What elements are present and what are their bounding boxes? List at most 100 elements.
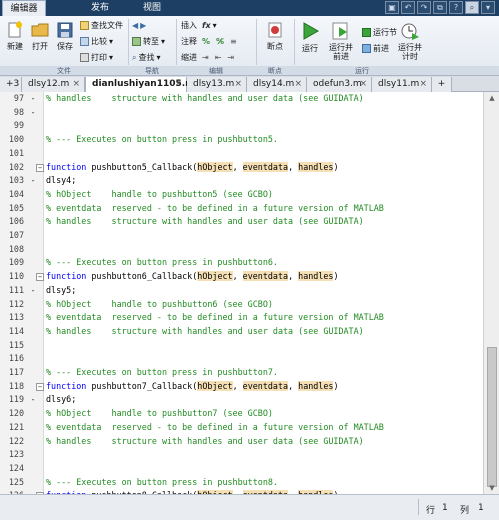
- line-number[interactable]: 121: [2, 421, 24, 435]
- code-line[interactable]: 123: [0, 448, 478, 462]
- code-line[interactable]: 122 % handles structure with handles and …: [0, 435, 478, 449]
- close-icon[interactable]: ×: [72, 77, 80, 91]
- increase-indent-icon[interactable]: ⇥: [227, 51, 234, 64]
- close-icon[interactable]: ×: [359, 77, 367, 91]
- line-number[interactable]: 108: [2, 243, 24, 257]
- insert-button[interactable]: 插入: [181, 19, 197, 32]
- scroll-down-icon[interactable]: ▼: [487, 484, 497, 492]
- breakpoint-marker[interactable]: -: [28, 174, 38, 188]
- run-button[interactable]: 运行: [298, 21, 322, 54]
- breakpoint-marker[interactable]: -: [28, 284, 38, 298]
- line-number[interactable]: 124: [2, 462, 24, 476]
- line-number[interactable]: 120: [2, 407, 24, 421]
- code-line[interactable]: 117 % --- Executes on button press in pus…: [0, 366, 478, 380]
- line-number[interactable]: 118: [2, 380, 24, 394]
- vertical-scrollbar[interactable]: ▲ ▼: [483, 92, 499, 494]
- code-line[interactable]: 112 % hObject handle to pushbutton6 (see …: [0, 298, 478, 312]
- arrow-right-icon[interactable]: ▶: [140, 19, 146, 32]
- arrow-left-icon[interactable]: ◀: [132, 19, 138, 32]
- code-line[interactable]: 101: [0, 147, 478, 161]
- code-line[interactable]: 121 % eventdata reserved - to be defined …: [0, 421, 478, 435]
- breakpoint-marker[interactable]: -: [28, 92, 38, 106]
- code-line[interactable]: 120 % hObject handle to pushbutton7 (see …: [0, 407, 478, 421]
- line-number[interactable]: 117: [2, 366, 24, 380]
- line-number[interactable]: 100: [2, 133, 24, 147]
- line-number[interactable]: 105: [2, 202, 24, 216]
- undo-icon[interactable]: ↶: [401, 1, 415, 14]
- find-button[interactable]: ⌕ 查找 ▾: [132, 51, 161, 64]
- indent-button[interactable]: 缩进: [181, 51, 197, 64]
- redo-icon[interactable]: ↷: [417, 1, 431, 14]
- tab-dlsy14[interactable]: dlsy14.m ×: [247, 77, 307, 92]
- tab-dlsy12[interactable]: dlsy12.m ×: [22, 77, 85, 92]
- fold-toggle-icon[interactable]: −: [36, 273, 44, 282]
- line-number[interactable]: 116: [2, 352, 24, 366]
- code-line[interactable]: 116: [0, 352, 478, 366]
- help-icon[interactable]: ?: [449, 1, 463, 14]
- close-icon[interactable]: ×: [419, 77, 427, 91]
- line-number[interactable]: 122: [2, 435, 24, 449]
- line-number[interactable]: 99: [2, 119, 24, 133]
- code-line[interactable]: 111- dlsy5;: [0, 284, 478, 298]
- decrease-indent-icon[interactable]: ⇤: [215, 51, 222, 64]
- new-button[interactable]: 新建: [3, 21, 27, 52]
- code-editor[interactable]: 97-% handles structure with handles and …: [0, 92, 499, 494]
- code-line[interactable]: 104 % hObject handle to pushbutton5 (see …: [0, 188, 478, 202]
- fx-button[interactable]: fx ▾: [202, 19, 217, 32]
- tab-dlsy13[interactable]: dlsy13.m ×: [187, 77, 247, 92]
- tab-dianlushiyan1105[interactable]: dianlushiyan1105.m ×: [85, 77, 195, 92]
- code-line[interactable]: 105 % eventdata reserved - to be defined …: [0, 202, 478, 216]
- line-number[interactable]: 111: [2, 284, 24, 298]
- open-button[interactable]: 打开: [28, 21, 52, 52]
- goto-button[interactable]: 转至 ▾: [132, 35, 165, 48]
- save-all-icon[interactable]: ▣: [385, 1, 399, 14]
- code-line[interactable]: 109 % --- Executes on button press in pus…: [0, 256, 478, 270]
- code-line[interactable]: 124: [0, 462, 478, 476]
- code-line[interactable]: 110 − function pushbutton6_Callback(hObjec…: [0, 270, 478, 284]
- indent-buttons[interactable]: ⇥ ⇤ ⇥: [202, 51, 234, 64]
- code-line[interactable]: 113 % eventdata reserved - to be defined …: [0, 311, 478, 325]
- new-tab-button[interactable]: +: [432, 77, 452, 92]
- line-number[interactable]: 104: [2, 188, 24, 202]
- switch-windows-icon[interactable]: ⧉: [433, 1, 447, 14]
- run-and-advance-button[interactable]: 运行并 前进: [326, 21, 356, 61]
- fold-toggle-icon[interactable]: −: [36, 382, 44, 391]
- tab-editor[interactable]: 编辑器: [2, 0, 46, 16]
- code-line[interactable]: 107: [0, 229, 478, 243]
- code-line[interactable]: 125 % --- Executes on button press in pus…: [0, 476, 478, 490]
- code-line[interactable]: 102 − function pushbutton5_Callback(hObjec…: [0, 161, 478, 175]
- tab-odefun3[interactable]: odefun3.m ×: [307, 77, 372, 92]
- run-and-time-button[interactable]: 运行并 计时: [395, 21, 425, 61]
- expand-icon[interactable]: ▾: [481, 1, 495, 14]
- code-line[interactable]: 114 % handles structure with handles and …: [0, 325, 478, 339]
- code-line[interactable]: 97-% handles structure with handles and …: [0, 92, 478, 106]
- line-number[interactable]: 106: [2, 215, 24, 229]
- smart-indent-icon[interactable]: ⇥: [202, 51, 209, 64]
- line-number[interactable]: 102: [2, 161, 24, 175]
- code-line[interactable]: 98-: [0, 106, 478, 120]
- tab-view[interactable]: 视图: [128, 0, 176, 16]
- line-number[interactable]: 98: [2, 106, 24, 120]
- code-line[interactable]: 119- dlsy6;: [0, 393, 478, 407]
- scroll-up-icon[interactable]: ▲: [487, 94, 497, 102]
- code-line[interactable]: 106 % handles structure with handles and …: [0, 215, 478, 229]
- breakpoint-marker[interactable]: -: [28, 393, 38, 407]
- close-icon[interactable]: ×: [234, 77, 242, 91]
- line-number[interactable]: 103: [2, 174, 24, 188]
- line-number[interactable]: 113: [2, 311, 24, 325]
- find-files-button[interactable]: 查找文件: [80, 19, 123, 32]
- line-number[interactable]: 114: [2, 325, 24, 339]
- comment-button[interactable]: 注释: [181, 35, 197, 48]
- line-number[interactable]: 101: [2, 147, 24, 161]
- fold-toggle-icon[interactable]: −: [36, 163, 44, 172]
- line-number[interactable]: 112: [2, 298, 24, 312]
- goto-nav-arrows[interactable]: ◀ ▶: [132, 19, 146, 32]
- line-number[interactable]: 107: [2, 229, 24, 243]
- code-line[interactable]: 103- dlsy4;: [0, 174, 478, 188]
- code-line[interactable]: 108: [0, 243, 478, 257]
- code-line[interactable]: 115: [0, 339, 478, 353]
- breakpoints-button[interactable]: 断点: [260, 21, 290, 52]
- tab-publish[interactable]: 发布: [78, 0, 122, 16]
- search-icon[interactable]: ⌕: [465, 1, 479, 14]
- tab-overflow[interactable]: +3: [0, 77, 22, 92]
